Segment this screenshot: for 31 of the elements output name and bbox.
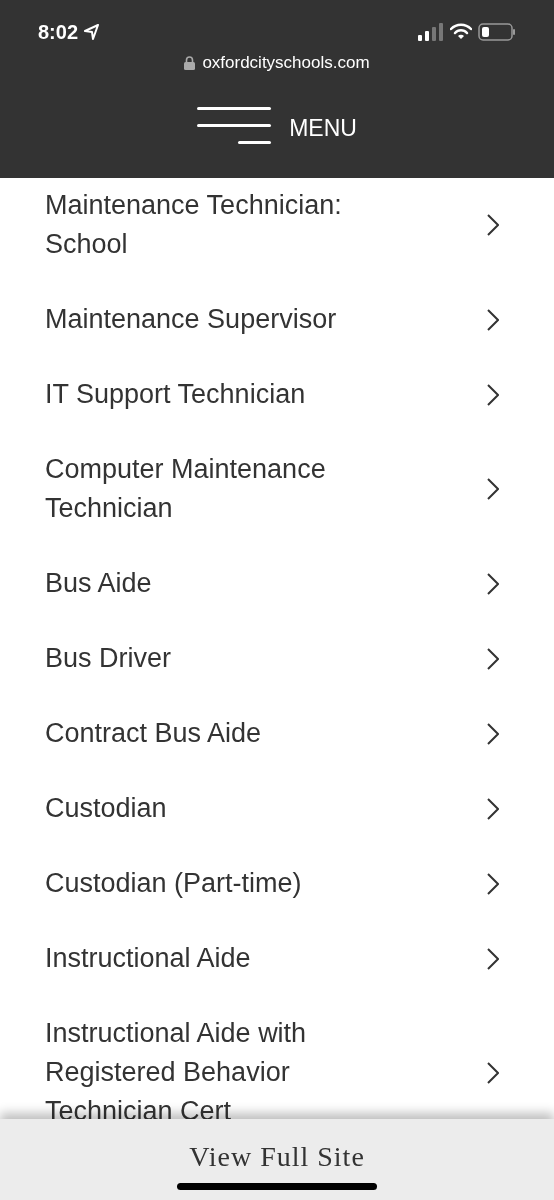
view-full-site-link[interactable]: View Full Site — [189, 1143, 365, 1171]
clock-time: 8:02 — [38, 21, 79, 42]
chevron-right-icon — [487, 722, 499, 745]
job-list-item[interactable]: Bus Driver — [0, 621, 554, 696]
job-list-item[interactable]: Custodian (Part-time) — [0, 846, 554, 921]
job-list-item[interactable]: Instructional Aide — [0, 921, 554, 996]
signal-icon — [418, 22, 444, 41]
chevron-right-icon — [487, 383, 499, 406]
url-text[interactable]: oxfordcityschools.com — [202, 54, 370, 71]
chevron-right-icon — [487, 947, 499, 970]
job-list-item[interactable]: Maintenance Supervisor — [0, 282, 554, 357]
chevron-right-icon — [487, 1061, 499, 1084]
chevron-right-icon — [487, 308, 499, 331]
chevron-right-icon — [487, 797, 499, 820]
job-list-item[interactable]: IT Support Technician — [0, 357, 554, 432]
job-list-item[interactable]: Computer Maintenance Technician — [0, 432, 554, 546]
chevron-right-icon — [487, 647, 499, 670]
menu-icon — [197, 105, 274, 145]
wifi-icon — [450, 23, 472, 40]
job-list-item[interactable]: Custodian — [0, 771, 554, 846]
chevron-right-icon — [487, 214, 499, 236]
job-list-item[interactable]: Maintenance Technician: School — [0, 178, 554, 282]
chevron-right-icon — [487, 478, 499, 500]
menu-button[interactable]: MENU — [197, 105, 357, 145]
chevron-right-icon — [487, 572, 499, 595]
location-arrow-icon — [83, 23, 101, 40]
lock-icon — [184, 55, 196, 70]
battery-icon — [478, 22, 516, 41]
job-list-item[interactable]: Bus Aide — [0, 546, 554, 621]
chevron-right-icon — [487, 872, 499, 895]
job-list-item[interactable]: Contract Bus Aide — [0, 696, 554, 771]
